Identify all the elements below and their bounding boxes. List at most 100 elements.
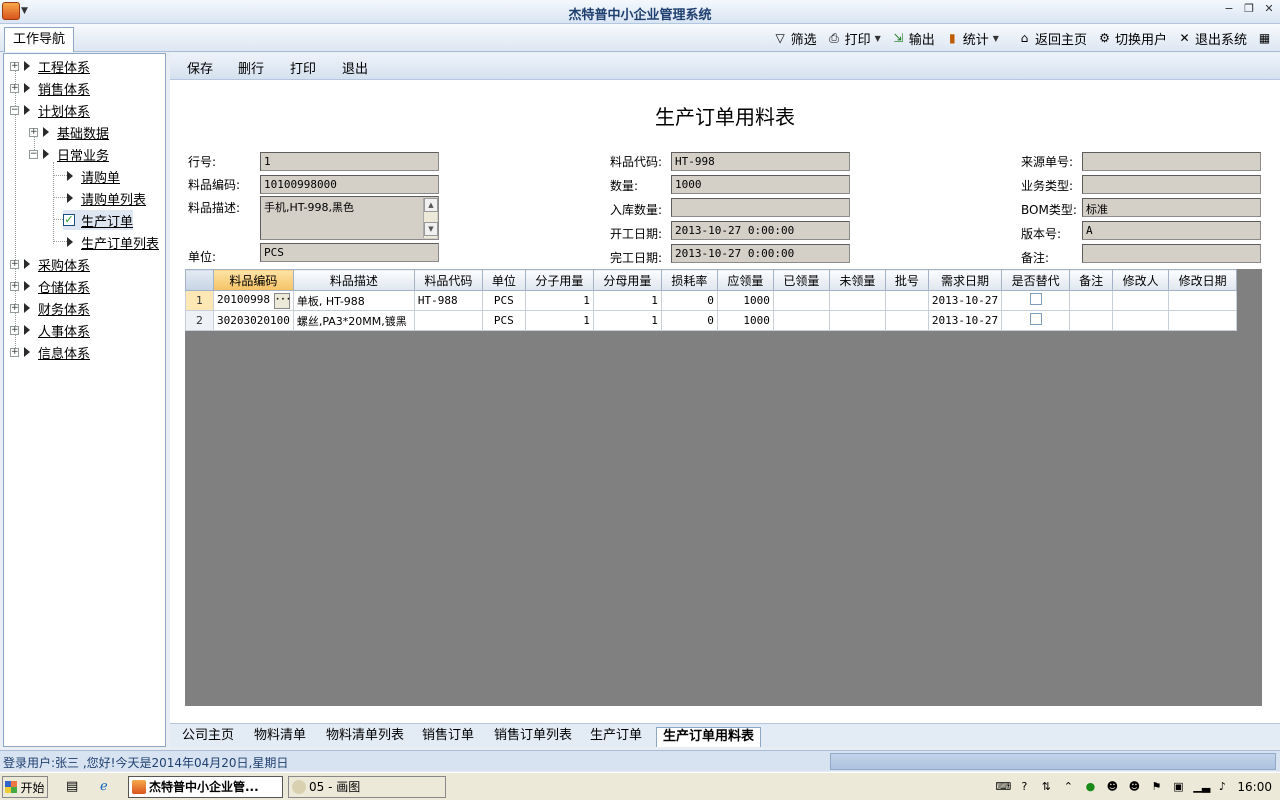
tree-item-purchasing[interactable]: + 采购体系 bbox=[10, 254, 90, 274]
expand-icon[interactable]: + bbox=[29, 127, 38, 137]
chevron-up-icon[interactable]: ⌃ bbox=[1061, 780, 1075, 794]
cell-denominator[interactable]: 1 bbox=[592, 310, 662, 331]
chevron-down-icon[interactable]: ▼ bbox=[875, 34, 881, 43]
cell-remark[interactable] bbox=[1069, 310, 1114, 331]
col-demand-date[interactable]: 需求日期 bbox=[927, 269, 1003, 291]
item-id-field[interactable]: HT-998 bbox=[671, 152, 850, 171]
finish-date-field[interactable]: 2013-10-27 0:00:00 bbox=[671, 244, 850, 263]
cell-item-desc[interactable]: 螺丝,PA3*20MM,镀黑 bbox=[292, 310, 415, 331]
cell-editor[interactable] bbox=[1112, 290, 1170, 311]
home-button[interactable]: ⌂ 返回主页 bbox=[1012, 27, 1092, 49]
tree-item-sales[interactable]: + 销售体系 bbox=[10, 78, 90, 98]
cell-batch[interactable] bbox=[884, 290, 929, 311]
item-desc-textarea[interactable]: 手机,HT-998,黑色 ▲ ▼ bbox=[260, 196, 439, 240]
expand-icon[interactable]: + bbox=[10, 61, 19, 71]
row-header[interactable]: 1 bbox=[185, 290, 214, 311]
col-substitute[interactable]: 是否替代 bbox=[1001, 269, 1071, 291]
substitute-checkbox[interactable] bbox=[1029, 313, 1042, 325]
quantity-field[interactable]: 1000 bbox=[671, 175, 850, 194]
row-header[interactable]: 2 bbox=[185, 310, 214, 331]
filter-button[interactable]: ▽ 筛选 bbox=[768, 27, 822, 49]
col-required-qty[interactable]: 应领量 bbox=[716, 269, 774, 291]
scroll-up-icon[interactable]: ▲ bbox=[424, 198, 438, 212]
bom-type-field[interactable]: 标准 bbox=[1082, 198, 1261, 217]
volume-icon[interactable]: ♪ bbox=[1215, 780, 1229, 794]
save-button[interactable]: 保存 bbox=[187, 58, 213, 77]
tab-bom-list[interactable]: 物料清单列表 bbox=[326, 727, 404, 747]
start-button[interactable]: 开始 bbox=[2, 776, 48, 798]
export-button[interactable]: ⇲ 输出 bbox=[886, 27, 940, 49]
cell-substitute[interactable] bbox=[1001, 290, 1071, 311]
col-unit[interactable]: 单位 bbox=[481, 269, 526, 291]
tab-work-navigation[interactable]: 工作导航 bbox=[4, 27, 74, 52]
expand-icon[interactable]: + bbox=[10, 281, 19, 291]
row-no-field[interactable]: 1 bbox=[260, 152, 439, 171]
grid-corner[interactable] bbox=[185, 269, 214, 291]
col-item-desc[interactable]: 料品描述 bbox=[292, 269, 415, 291]
cell-substitute[interactable] bbox=[1001, 310, 1071, 331]
chevron-down-icon[interactable]: ▼ bbox=[993, 34, 999, 43]
col-denominator[interactable]: 分母用量 bbox=[592, 269, 662, 291]
col-remark[interactable]: 备注 bbox=[1069, 269, 1114, 291]
col-editor[interactable]: 修改人 bbox=[1112, 269, 1170, 291]
tab-company-home[interactable]: 公司主页 bbox=[182, 727, 234, 747]
ellipsis-button[interactable]: ··· bbox=[273, 292, 291, 309]
biz-type-field[interactable] bbox=[1082, 175, 1261, 194]
tree-item-purchase-request-list[interactable]: 请购单列表 bbox=[67, 188, 146, 208]
cell-editor[interactable] bbox=[1112, 310, 1170, 331]
unit-field[interactable]: PCS bbox=[260, 243, 439, 262]
taskbar-app-erp[interactable]: 杰特普中小企业管... bbox=[128, 776, 283, 798]
tree-item-basic-data[interactable]: + 基础数据 bbox=[29, 122, 109, 142]
collapse-icon[interactable]: − bbox=[10, 105, 19, 115]
col-edit-date[interactable]: 修改日期 bbox=[1168, 269, 1238, 291]
expand-icon[interactable]: + bbox=[10, 259, 19, 269]
expand-icon[interactable]: + bbox=[10, 325, 19, 335]
table-row[interactable]: 1 20100998 ··· 单板, HT-988 HT-988 PCS 1 1 … bbox=[185, 290, 1238, 311]
cell-loss-rate[interactable]: 0 bbox=[660, 290, 718, 311]
tree-item-planning[interactable]: − 计划体系 bbox=[10, 100, 90, 120]
cell-edit-date[interactable] bbox=[1168, 310, 1238, 331]
tree-item-daily-business[interactable]: − 日常业务 bbox=[29, 144, 109, 164]
col-item-code[interactable]: 料品编码 bbox=[213, 269, 294, 291]
close-window-button[interactable]: ✕ bbox=[1262, 2, 1276, 16]
substitute-checkbox[interactable] bbox=[1029, 293, 1042, 305]
cell-issued-qty[interactable] bbox=[772, 310, 830, 331]
expand-icon[interactable]: + bbox=[10, 347, 19, 357]
switch-user-button[interactable]: ⚙ 切换用户 bbox=[1092, 27, 1172, 49]
input-method-icon[interactable]: ⇅ bbox=[1039, 780, 1053, 794]
tab-production-order-materials[interactable]: 生产订单用料表 bbox=[656, 727, 762, 747]
cell-numerator[interactable]: 1 bbox=[524, 290, 594, 311]
expand-icon[interactable]: + bbox=[10, 303, 19, 313]
statistics-button[interactable]: ▮ 统计 ▼ bbox=[940, 27, 1004, 49]
scroll-down-icon[interactable]: ▼ bbox=[424, 222, 438, 236]
tree-item-production-order-list[interactable]: 生产订单列表 bbox=[67, 232, 159, 252]
scrollbar[interactable]: ▲ ▼ bbox=[423, 198, 438, 238]
browser-icon[interactable]: ℯ bbox=[100, 779, 108, 794]
cell-pending-qty[interactable] bbox=[828, 290, 886, 311]
delete-row-button[interactable]: 删行 bbox=[238, 58, 264, 77]
checkbox-checked-icon[interactable]: ✓ bbox=[63, 214, 75, 226]
col-pending-qty[interactable]: 未领量 bbox=[828, 269, 886, 291]
tab-sales-order-list[interactable]: 销售订单列表 bbox=[494, 727, 572, 747]
cell-issued-qty[interactable] bbox=[772, 290, 830, 311]
print-button[interactable]: ⎙ 打印 ▼ bbox=[822, 27, 886, 49]
cell-unit[interactable]: PCS bbox=[481, 290, 526, 311]
tab-bom[interactable]: 物料清单 bbox=[254, 727, 306, 747]
help-icon[interactable]: ? bbox=[1017, 780, 1031, 794]
device-icon[interactable]: ▣ bbox=[1171, 780, 1185, 794]
exit-form-button[interactable]: 退出 bbox=[342, 58, 368, 77]
cell-item-id[interactable]: HT-988 bbox=[413, 290, 483, 311]
tree-item-finance[interactable]: + 财务体系 bbox=[10, 298, 90, 318]
tab-sales-order[interactable]: 销售订单 bbox=[422, 727, 474, 747]
col-numerator[interactable]: 分子用量 bbox=[524, 269, 594, 291]
cell-demand-date[interactable]: 2013-10-27 bbox=[927, 290, 1003, 311]
tab-production-order[interactable]: 生产订单 bbox=[590, 727, 642, 747]
qq-icon[interactable]: ☻ bbox=[1105, 780, 1119, 794]
version-field[interactable]: A bbox=[1082, 221, 1261, 240]
tree-item-warehouse[interactable]: + 仓储体系 bbox=[10, 276, 90, 296]
signal-icon[interactable]: ▁▃ bbox=[1193, 780, 1210, 794]
exit-system-button[interactable]: ✕ 退出系统 bbox=[1172, 27, 1252, 49]
cell-edit-date[interactable] bbox=[1168, 290, 1238, 311]
tree-item-information[interactable]: + 信息体系 bbox=[10, 342, 90, 362]
start-date-field[interactable]: 2013-10-27 0:00:00 bbox=[671, 221, 850, 240]
